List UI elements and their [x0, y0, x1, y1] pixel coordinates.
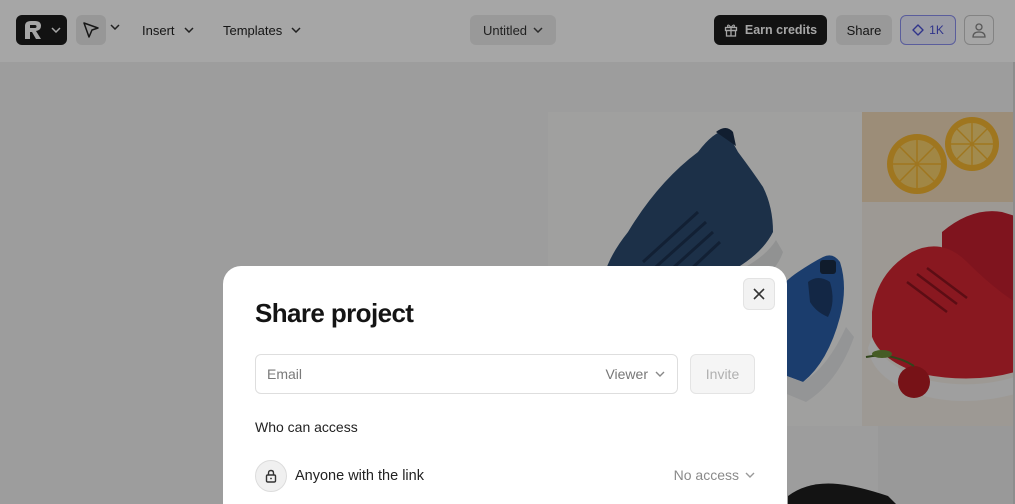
- invite-button-label: Invite: [705, 366, 740, 382]
- lock-icon: [264, 469, 278, 483]
- chevron-down-icon: [655, 371, 665, 377]
- chevron-down-icon: [745, 472, 755, 478]
- lock-icon-badge: [255, 460, 287, 492]
- share-project-dialog: Share project Viewer Invite Who can acce…: [223, 266, 787, 504]
- link-access-select[interactable]: No access: [674, 467, 755, 483]
- close-icon: [752, 287, 766, 301]
- who-can-access-heading: Who can access: [255, 419, 358, 435]
- link-access-row: Anyone with the link No access: [255, 460, 755, 492]
- role-select-value: Viewer: [605, 366, 648, 382]
- email-invite-field: Viewer: [255, 354, 678, 394]
- link-access-label: Anyone with the link: [295, 468, 424, 484]
- invite-button[interactable]: Invite: [690, 354, 755, 394]
- dialog-title: Share project: [255, 298, 414, 328]
- close-button[interactable]: [743, 278, 775, 310]
- role-select[interactable]: Viewer: [605, 355, 665, 393]
- email-input[interactable]: [267, 355, 587, 393]
- link-access-value: No access: [673, 467, 739, 483]
